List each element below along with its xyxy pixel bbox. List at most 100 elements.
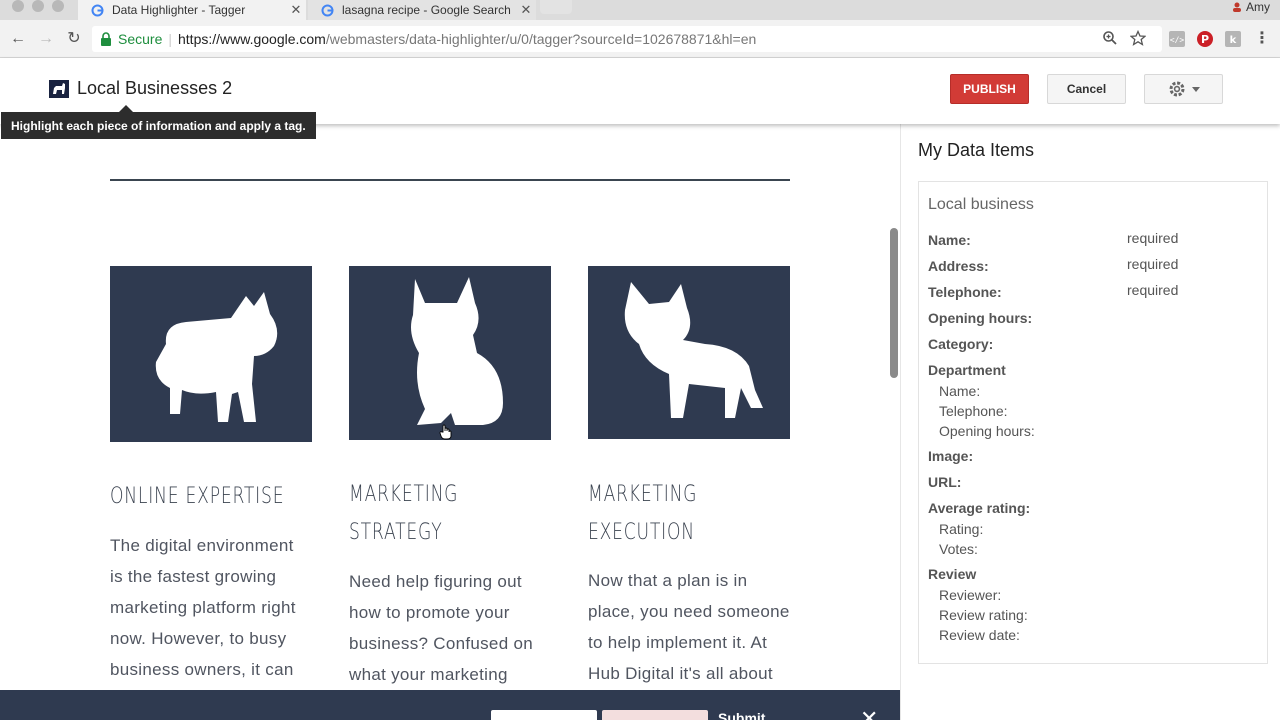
card-title-line: STRATEGY [349,520,443,545]
field-department-opening-hours[interactable]: Opening hours: [939,423,1035,439]
field-department-telephone[interactable]: Telephone: [939,403,1008,419]
new-tab-button[interactable] [540,0,572,14]
google-favicon-icon [320,3,334,17]
field-rating[interactable]: Rating: [939,521,983,537]
close-tab-icon[interactable]: ✕ [286,2,306,18]
body-line: place, you need someone [588,602,790,621]
field-review-date[interactable]: Review date: [939,627,1020,643]
required-label: required [1127,282,1179,298]
name-input[interactable] [491,710,597,720]
card-title-line: MARKETING [588,482,698,507]
url-host: https://www.google.com [178,31,326,47]
body-line: now. However, to busy [110,629,287,648]
extension-icon[interactable]: k [1224,30,1242,48]
field-votes[interactable]: Votes: [939,541,978,557]
close-bar-icon[interactable]: ✕ [860,706,878,720]
field-department-name[interactable]: Name: [939,383,980,399]
body-line: Need help figuring out [349,572,522,591]
dev-extension-icon[interactable]: </> [1168,30,1186,48]
bulldog-standing-image[interactable] [110,266,312,442]
field-average-rating[interactable]: Average rating: [928,500,1030,516]
gear-icon [1169,81,1184,97]
field-review-rating[interactable]: Review rating: [939,607,1028,623]
data-items-panel: My Data Items Local business Name: requi… [900,124,1280,720]
google-favicon-icon [90,3,104,17]
body-line: to help implement it. At [588,633,768,652]
tab-data-highlighter[interactable]: Data Highlighter - Tagger ✕ [78,0,306,20]
tab-lasagna-search[interactable]: lasagna recipe - Google Search ✕ [308,0,536,20]
page-scrollbar[interactable] [890,228,898,378]
field-url[interactable]: URL: [928,474,961,490]
profile-name: Amy [1246,0,1270,14]
forward-arrow-icon[interactable]: → [36,29,56,49]
instruction-tooltip: Highlight each piece of information and … [1,105,316,139]
svg-text:</>: </> [1170,36,1185,45]
body-line: how to promote your [349,603,510,622]
submit-button[interactable]: Submit [718,710,765,720]
field-department[interactable]: Department [928,362,1006,378]
card-title-line: MARKETING [349,482,459,507]
card-title-marketing-strategy: MARKETING STRATEGY [349,476,552,552]
card-title-line: EXECUTION [588,520,695,545]
reload-icon[interactable]: ↻ [64,29,84,49]
bulldog-sitting-image[interactable] [349,266,551,440]
field-reviewer[interactable]: Reviewer: [939,587,1001,603]
address-bar[interactable]: Secure | https://www.google.com/webmaste… [92,26,1162,52]
minimize-window-button[interactable] [32,0,44,12]
body-line: Now that a plan is in [588,571,748,590]
card-body-marketing-strategy: Need help figuring out how to promote yo… [349,566,549,690]
url-separator: | [168,31,172,47]
close-tab-icon[interactable]: ✕ [516,2,536,18]
cancel-button[interactable]: Cancel [1047,74,1126,104]
secure-label: Secure [118,31,163,47]
back-arrow-icon[interactable]: ← [8,29,28,49]
bulldog-silhouette-icon [624,281,763,418]
field-name[interactable]: Name: [928,232,971,248]
settings-button[interactable] [1144,74,1223,104]
profile-button[interactable]: Amy [1232,0,1270,14]
body-line: The digital environment [110,536,294,555]
body-line: marketing platform right [110,598,296,617]
bulldog-silhouette-icon [155,292,278,422]
newsletter-bar: Submit ✕ [0,690,900,720]
card-title-line: ONLINE EXPERTISE [110,484,285,509]
bookmark-star-icon[interactable] [1130,30,1146,46]
tab-title: lasagna recipe - Google Search [342,3,511,17]
close-window-button[interactable] [12,0,24,12]
field-opening-hours[interactable]: Opening hours: [928,310,1032,326]
local-business-box: Local business Name: required Address: r… [918,181,1268,664]
browser-toolbar: ← → ↻ Secure | https://www.google.com/we… [0,20,1280,58]
pinterest-icon[interactable]: P [1196,30,1214,48]
maximize-window-button[interactable] [52,0,64,12]
svg-text:P: P [1201,33,1209,46]
bulldog-front-image[interactable] [588,266,790,439]
panel-title: My Data Items [918,140,1035,160]
required-label: required [1127,256,1179,272]
section-divider [110,179,790,181]
email-input[interactable] [602,710,708,720]
site-logo-icon [49,80,69,98]
bulldog-silhouette-icon [411,277,503,425]
required-label: required [1127,230,1179,246]
field-image[interactable]: Image: [928,448,973,464]
field-address[interactable]: Address: [928,258,989,274]
field-telephone[interactable]: Telephone: [928,284,1002,300]
browser-tab-bar: Data Highlighter - Tagger ✕ lasagna reci… [0,0,1280,20]
field-review[interactable]: Review [928,566,976,582]
svg-text:k: k [1230,35,1237,46]
publish-button[interactable]: PUBLISH [950,74,1029,104]
body-line: what your marketing [349,665,508,684]
hand-cursor-icon [439,424,452,440]
item-type-title: Local business [928,196,1034,213]
chevron-down-icon [1191,86,1200,92]
zoom-icon[interactable] [1102,30,1118,46]
card-body-marketing-execution: Now that a plan is in place, you need so… [588,565,798,689]
card-title-online-expertise: ONLINE EXPERTISE [110,478,313,516]
body-line: business? Confused on [349,634,533,653]
page-title: Local Businesses 2 [77,78,233,98]
card-title-marketing-execution: MARKETING EXECUTION [588,476,791,552]
highlighted-page-content[interactable]: ONLINE EXPERTISE The digital environment… [0,124,900,720]
browser-menu-icon[interactable]: ⋮ [1252,29,1272,49]
url-path: /webmasters/data-highlighter/u/0/tagger?… [325,31,757,47]
field-category[interactable]: Category: [928,336,993,352]
